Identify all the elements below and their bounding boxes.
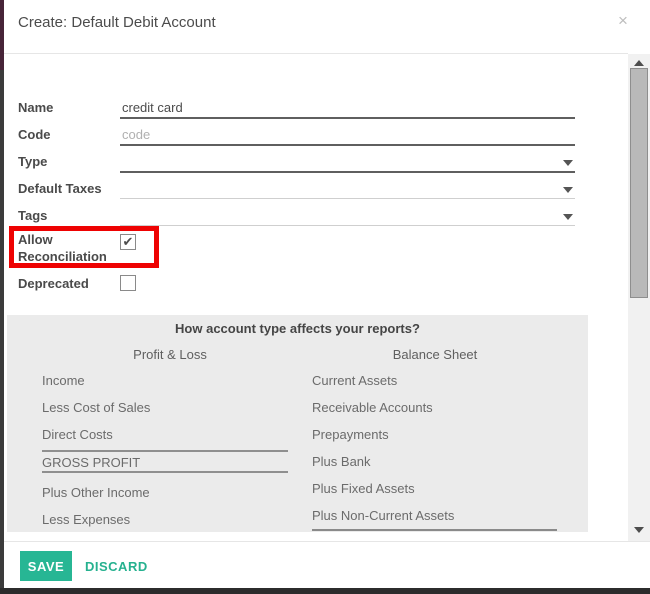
close-icon[interactable]: × — [618, 12, 628, 29]
default-taxes-chevron-down-icon[interactable] — [563, 187, 573, 193]
tags-label: Tags — [18, 208, 47, 223]
gross-profit-topline — [42, 450, 288, 452]
scrollbar-down-icon[interactable] — [634, 527, 644, 533]
name-input[interactable]: credit card — [122, 100, 567, 115]
save-button[interactable]: SAVE — [20, 551, 72, 581]
list-item: Plus Non-Current Assets — [312, 508, 454, 523]
list-item: Plus Other Income — [42, 485, 150, 500]
type-select-underline — [120, 171, 575, 173]
allow-reconciliation-label: Allow Reconciliation — [18, 231, 118, 265]
list-item: Plus Fixed Assets — [312, 481, 415, 496]
list-item: Current Assets — [312, 373, 397, 388]
backdrop-bottom-edge — [0, 588, 650, 594]
profit-loss-header: Profit & Loss — [133, 347, 207, 362]
list-item: Less Cost of Sales — [42, 400, 150, 415]
name-input-underline — [120, 117, 575, 119]
list-item: Prepayments — [312, 427, 389, 442]
type-chevron-down-icon[interactable] — [563, 160, 573, 166]
screen: Create: Default Debit Account × Name cre… — [0, 0, 650, 594]
list-item: Direct Costs — [42, 427, 113, 442]
name-label: Name — [18, 100, 53, 115]
balance-sheet-header: Balance Sheet — [393, 347, 478, 362]
deprecated-label: Deprecated — [18, 275, 118, 292]
code-input-underline — [120, 144, 575, 146]
default-taxes-label: Default Taxes — [18, 181, 102, 196]
deprecated-checkbox[interactable] — [120, 275, 136, 291]
dialog-title: Create: Default Debit Account — [18, 14, 216, 31]
body-divider — [4, 541, 650, 542]
type-label: Type — [18, 154, 47, 169]
gross-profit-bottomline — [42, 471, 288, 473]
header-divider — [4, 53, 628, 54]
list-item: Plus Bank — [312, 454, 371, 469]
code-label: Code — [18, 127, 51, 142]
tags-underline — [120, 225, 575, 226]
scrollbar-thumb[interactable] — [630, 68, 648, 298]
code-input[interactable]: code — [122, 127, 567, 142]
list-item: Less Expenses — [42, 512, 130, 527]
discard-button[interactable]: DISCARD — [85, 559, 148, 574]
report-panel-title: How account type affects your reports? — [7, 321, 588, 336]
balance-sheet-line — [312, 529, 557, 531]
list-item: Income — [42, 373, 85, 388]
list-item: Receivable Accounts — [312, 400, 433, 415]
report-info-panel: How account type affects your reports? P… — [7, 315, 588, 532]
scrollbar-up-icon[interactable] — [634, 60, 644, 66]
allow-reconciliation-checkbox[interactable] — [120, 234, 136, 250]
list-item: GROSS PROFIT — [42, 455, 140, 470]
tags-chevron-down-icon[interactable] — [563, 214, 573, 220]
default-taxes-underline — [120, 198, 575, 199]
